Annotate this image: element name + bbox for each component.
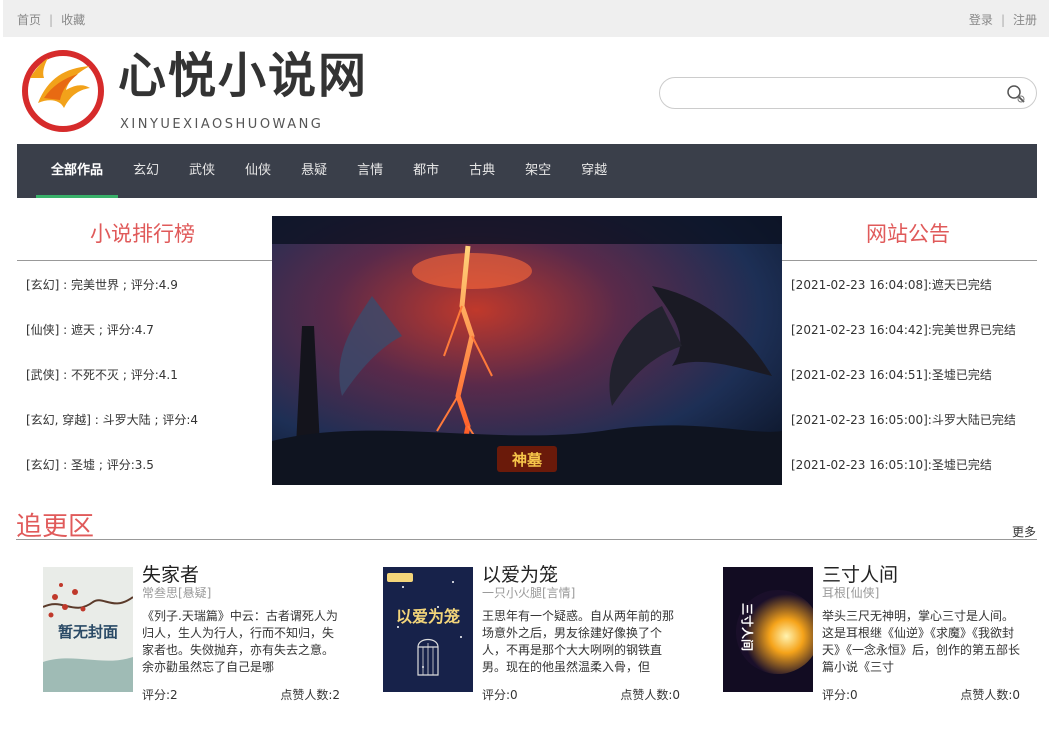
book-description: 举头三尺无神明，掌心三寸是人间。 这是耳根继《仙逆》《求魔》《我欲封天》《一念永… [822, 609, 1020, 674]
book-title[interactable]: 三寸人间 [822, 560, 898, 587]
book-title[interactable]: 以爱为笼 [482, 560, 558, 587]
book-description: 《列子.天瑞篇》中云：古者谓死人为归人，生人为行人，行而不知归，失家者也。失傚抛… [142, 609, 338, 674]
login-link[interactable]: 登录 [969, 13, 993, 27]
register-link[interactable]: 注册 [1013, 13, 1037, 27]
notice-title: 网站公告 [866, 222, 950, 246]
book-likes: 点赞人数:2 [280, 688, 340, 702]
ranking-divider [17, 260, 272, 261]
nav-item-yanqing[interactable]: 言情 [342, 144, 398, 198]
book-score: 评分:0 [482, 688, 518, 702]
notice-divider [782, 260, 1037, 261]
book-card[interactable]: 三寸人间 三寸人间 耳根[仙侠] 举头三尺无神明，掌心三寸是人间。 这是耳根继《… [723, 560, 1023, 710]
nav-item-xianxia[interactable]: 仙侠 [230, 144, 286, 198]
book-score: 评分:0 [822, 688, 858, 702]
book-card[interactable]: 以爱为笼 以爱为笼 一只小火腿[言情] 王思年有一个疑惑。自从两年前的那场意外之… [383, 560, 683, 710]
book-likes: 点赞人数:0 [620, 688, 680, 702]
notice-item[interactable]: [2021-02-23 16:04:51]:圣墟已完结 [791, 366, 1016, 411]
book-cover-text: 三寸人间 [740, 603, 755, 651]
ranking-item[interactable]: [仙侠] : 遮天 ; 评分:4.7 [26, 321, 198, 366]
book-cover[interactable]: 暂无封面 [43, 567, 133, 692]
top-bar: 首页 | 收藏 登录 | 注册 [3, 0, 1049, 37]
ranking-list: [玄幻] : 完美世界 ; 评分:4.9 [仙侠] : 遮天 ; 评分:4.7 … [26, 276, 198, 501]
book-card[interactable]: 暂无封面 失家者 常叁思[悬疑] 《列子.天瑞篇》中云：古者谓死人为归人，生人为… [43, 560, 343, 710]
ranking-title: 小说排行榜 [90, 222, 195, 246]
book-score: 评分:2 [142, 688, 178, 702]
notice-item[interactable]: [2021-02-23 16:05:10]:圣墟已完结 [791, 456, 1016, 501]
nav-list: 全部作品 玄幻 武侠 仙侠 悬疑 言情 都市 古典 架空 穿越 [17, 144, 1037, 198]
notice-list: [2021-02-23 16:04:08]:遮天已完结 [2021-02-23 … [791, 276, 1016, 501]
nav-item-wuxia[interactable]: 武侠 [174, 144, 230, 198]
home-link[interactable]: 首页 [17, 13, 41, 27]
top-bar-left: 首页 | 收藏 [17, 11, 85, 28]
follow-section-title: 追更区 [16, 512, 95, 542]
banner-logo-text: 神墓 [512, 451, 543, 469]
book-cover[interactable]: 三寸人间 [723, 567, 813, 692]
category-nav: 全部作品 玄幻 武侠 仙侠 悬疑 言情 都市 古典 架空 穿越 [17, 144, 1037, 198]
book-title[interactable]: 失家者 [142, 560, 199, 587]
notice-item[interactable]: [2021-02-23 16:04:08]:遮天已完结 [791, 276, 1016, 321]
nav-item-gudian[interactable]: 古典 [454, 144, 510, 198]
separator: | [49, 13, 54, 27]
site-subtitle: XINYUEXIAOSHUOWANG [120, 117, 324, 132]
banner-image[interactable]: 神墓 [272, 216, 782, 485]
notice-item[interactable]: [2021-02-23 16:05:00]:斗罗大陆已完结 [791, 411, 1016, 456]
book-cover-text: 以爱为笼 [396, 607, 460, 626]
book-author: 耳根[仙侠] [822, 586, 880, 600]
more-link[interactable]: 更多 [1012, 523, 1036, 540]
search-input[interactable] [674, 83, 994, 103]
favorite-link[interactable]: 收藏 [61, 13, 85, 27]
nav-item-xuanhuan[interactable]: 玄幻 [118, 144, 174, 198]
top-bar-right: 登录 | 注册 [969, 11, 1037, 28]
book-author: 常叁思[悬疑] [142, 586, 212, 600]
nav-item-xuanyi[interactable]: 悬疑 [286, 144, 342, 198]
site-title[interactable]: 心悦小说网 [118, 52, 368, 100]
site-logo-icon[interactable] [20, 48, 106, 134]
book-cover[interactable]: 以爱为笼 [383, 567, 473, 692]
nav-item-dushi[interactable]: 都市 [398, 144, 454, 198]
banner-artwork: 神墓 [272, 216, 782, 485]
separator: | [1000, 13, 1005, 27]
ranking-item[interactable]: [玄幻] : 圣墟 ; 评分:3.5 [26, 456, 198, 501]
ranking-item[interactable]: [玄幻] : 完美世界 ; 评分:4.9 [26, 276, 198, 321]
notice-item[interactable]: [2021-02-23 16:04:42]:完美世界已完结 [791, 321, 1016, 366]
nav-item-jiakong[interactable]: 架空 [510, 144, 566, 198]
nav-item-chuanyue[interactable]: 穿越 [566, 144, 622, 198]
ranking-item[interactable]: [武侠] : 不死不灭 ; 评分:4.1 [26, 366, 198, 411]
nav-item-all[interactable]: 全部作品 [36, 144, 119, 198]
follow-divider [16, 539, 1037, 540]
book-cover-text: 暂无封面 [58, 623, 118, 641]
book-description: 王思年有一个疑惑。自从两年前的那场意外之后，男友徐建好像换了个人，不再是那个大大… [482, 609, 675, 674]
book-author: 一只小火腿[言情] [482, 586, 576, 600]
book-likes: 点赞人数:0 [960, 688, 1020, 702]
search-icon[interactable] [1006, 84, 1026, 104]
search-box [659, 77, 1037, 109]
ranking-item[interactable]: [玄幻, 穿越] : 斗罗大陆 ; 评分:4 [26, 411, 198, 456]
